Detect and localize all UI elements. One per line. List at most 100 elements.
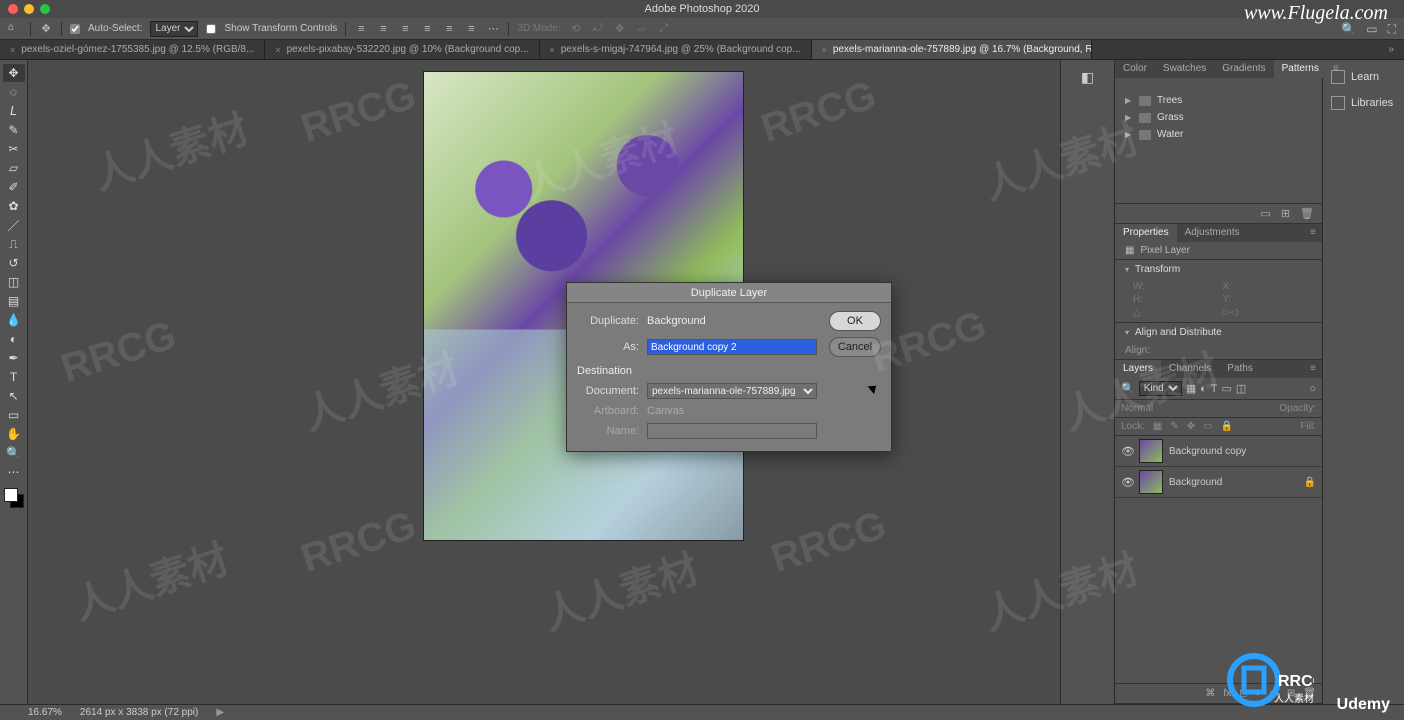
- panel-tab-layers[interactable]: Layers: [1115, 360, 1161, 378]
- delete-layer-icon[interactable]: 🗑: [1303, 688, 1316, 699]
- panel-tab-properties[interactable]: Properties: [1115, 224, 1177, 242]
- group-icon[interactable]: ▭: [1269, 688, 1278, 699]
- close-tab-icon[interactable]: ×: [275, 45, 280, 55]
- type-tool[interactable]: T: [3, 368, 25, 386]
- document-tab[interactable]: ×pexels-oziel-gómez-1755385.jpg @ 12.5% …: [0, 40, 265, 59]
- panel-tab-channels[interactable]: Channels: [1161, 360, 1219, 378]
- spot-heal-tool[interactable]: ✿: [3, 197, 25, 215]
- hand-tool[interactable]: ✋: [3, 425, 25, 443]
- filter-adjust-icon[interactable]: ◐: [1200, 383, 1207, 395]
- eyedropper-tool[interactable]: ✐: [3, 178, 25, 196]
- lock-icon[interactable]: 🔒: [1304, 477, 1316, 488]
- filter-toggle-icon[interactable]: ○: [1309, 383, 1316, 395]
- document-dropdown[interactable]: pexels-marianna-ole-757889.jpg: [647, 383, 817, 399]
- eye-icon[interactable]: 👁: [1121, 476, 1133, 489]
- brush-tool[interactable]: ／: [3, 216, 25, 234]
- history-brush-tool[interactable]: ↺: [3, 254, 25, 272]
- zoom-level[interactable]: 16.67%: [28, 707, 62, 718]
- pattern-group-row[interactable]: ▶Trees: [1115, 92, 1322, 109]
- mask-icon[interactable]: ◻: [1239, 688, 1247, 699]
- panel-menu-icon[interactable]: ≡: [1304, 360, 1322, 378]
- align-top-icon[interactable]: ≡: [420, 22, 434, 36]
- align-section-title[interactable]: Align and Distribute: [1135, 327, 1222, 338]
- status-chevron-icon[interactable]: ▶: [216, 707, 224, 718]
- collapsed-panel-icon[interactable]: ◧: [1077, 66, 1099, 88]
- new-preset-icon[interactable]: ⊞: [1281, 207, 1290, 220]
- as-input[interactable]: [647, 339, 817, 355]
- ok-button[interactable]: OK: [829, 311, 881, 331]
- align-center-h-icon[interactable]: ≡: [376, 22, 390, 36]
- close-tab-icon[interactable]: ×: [10, 45, 15, 55]
- close-tab-icon[interactable]: ×: [550, 45, 555, 55]
- more-align-icon[interactable]: ⋯: [486, 22, 500, 36]
- path-select-tool[interactable]: ↖: [3, 387, 25, 405]
- fx-icon[interactable]: fx: [1223, 688, 1231, 699]
- tabs-overflow-icon[interactable]: »: [1378, 40, 1404, 59]
- close-tab-icon[interactable]: ×: [822, 45, 827, 55]
- layer-row[interactable]: 👁 Background copy: [1115, 436, 1322, 467]
- rectangle-tool[interactable]: ▭: [3, 406, 25, 424]
- link-layers-icon[interactable]: ⌘: [1205, 688, 1215, 699]
- marquee-tool[interactable]: ◌: [3, 83, 25, 101]
- eye-icon[interactable]: 👁: [1121, 445, 1133, 458]
- panel-tab-adjustments[interactable]: Adjustments: [1177, 224, 1248, 242]
- adjustment-icon[interactable]: ◐: [1255, 688, 1261, 699]
- panel-tab-patterns[interactable]: Patterns: [1274, 60, 1327, 78]
- zoom-tool[interactable]: 🔍: [3, 444, 25, 462]
- show-transform-checkbox[interactable]: [206, 24, 216, 34]
- pen-tool[interactable]: ✒: [3, 349, 25, 367]
- move-tool[interactable]: ✥: [3, 64, 25, 82]
- quick-select-tool[interactable]: ✎: [3, 121, 25, 139]
- color-swatches[interactable]: [4, 488, 24, 508]
- pattern-group-row[interactable]: ▶Grass: [1115, 109, 1322, 126]
- panel-menu-icon[interactable]: ≡: [1304, 224, 1322, 242]
- lock-pixel-icon[interactable]: ✎: [1170, 421, 1178, 432]
- dodge-tool[interactable]: ◐: [3, 330, 25, 348]
- align-bottom-icon[interactable]: ≡: [464, 22, 478, 36]
- layer-row[interactable]: 👁 Background 🔒: [1115, 467, 1322, 498]
- blend-mode-dropdown[interactable]: Normal: [1121, 403, 1153, 414]
- clone-stamp-tool[interactable]: ⎍: [3, 235, 25, 253]
- save-preset-icon[interactable]: ▭: [1260, 207, 1270, 220]
- transform-section-title[interactable]: Transform: [1135, 264, 1180, 275]
- frame-tool[interactable]: ▱: [3, 159, 25, 177]
- document-tab[interactable]: ×pexels-pixabay-532220.jpg @ 10% (Backgr…: [265, 40, 539, 59]
- lock-trans-icon[interactable]: ▦: [1153, 421, 1162, 432]
- libraries-tab[interactable]: Libraries: [1323, 90, 1404, 116]
- canvas-area[interactable]: Duplicate Layer Duplicate: Background OK…: [28, 60, 1060, 704]
- filter-smart-icon[interactable]: ◫: [1236, 382, 1246, 395]
- align-left-icon[interactable]: ≡: [354, 22, 368, 36]
- auto-select-checkbox[interactable]: [70, 24, 80, 34]
- lock-all-icon[interactable]: 🔒: [1221, 421, 1233, 432]
- panel-menu-icon[interactable]: ≡: [1327, 60, 1345, 78]
- panel-tab-paths[interactable]: Paths: [1219, 360, 1261, 378]
- foreground-color-swatch[interactable]: [4, 488, 18, 502]
- lock-artboard-icon[interactable]: ▭: [1203, 421, 1212, 432]
- auto-select-dropdown[interactable]: Layer: [150, 21, 198, 37]
- eraser-tool[interactable]: ◫: [3, 273, 25, 291]
- edit-toolbar-icon[interactable]: ⋯: [3, 463, 25, 481]
- layer-filter-dropdown[interactable]: Kind: [1139, 381, 1182, 396]
- panel-tab-color[interactable]: Color: [1115, 60, 1155, 78]
- home-icon[interactable]: ⌂: [8, 22, 22, 36]
- lock-pos-icon[interactable]: ✥: [1187, 421, 1195, 432]
- lasso-tool[interactable]: 𝘓: [3, 102, 25, 120]
- document-dimensions[interactable]: 2614 px x 3838 px (72 ppi): [80, 707, 198, 718]
- document-tab[interactable]: ×pexels-marianna-ole-757889.jpg @ 16.7% …: [812, 40, 1092, 59]
- cancel-button[interactable]: Cancel: [829, 337, 881, 357]
- align-right-icon[interactable]: ≡: [398, 22, 412, 36]
- delete-preset-icon[interactable]: 🗑: [1300, 207, 1314, 220]
- crop-tool[interactable]: ✂: [3, 140, 25, 158]
- screen-mode-icon[interactable]: ⛶: [1388, 22, 1396, 37]
- panel-tab-gradients[interactable]: Gradients: [1214, 60, 1273, 78]
- new-layer-icon[interactable]: ⊞: [1287, 688, 1295, 699]
- filter-shape-icon[interactable]: ▭: [1222, 382, 1232, 395]
- document-tab[interactable]: ×pexels-s-migaj-747964.jpg @ 25% (Backgr…: [540, 40, 812, 59]
- move-tool-icon[interactable]: ✥: [39, 22, 53, 36]
- gradient-tool[interactable]: ▤: [3, 292, 25, 310]
- filter-search-icon[interactable]: 🔍: [1121, 382, 1135, 395]
- panel-tab-swatches[interactable]: Swatches: [1155, 60, 1214, 78]
- filter-pixel-icon[interactable]: ▦: [1186, 382, 1196, 395]
- filter-type-icon[interactable]: T: [1211, 383, 1218, 395]
- blur-tool[interactable]: 💧: [3, 311, 25, 329]
